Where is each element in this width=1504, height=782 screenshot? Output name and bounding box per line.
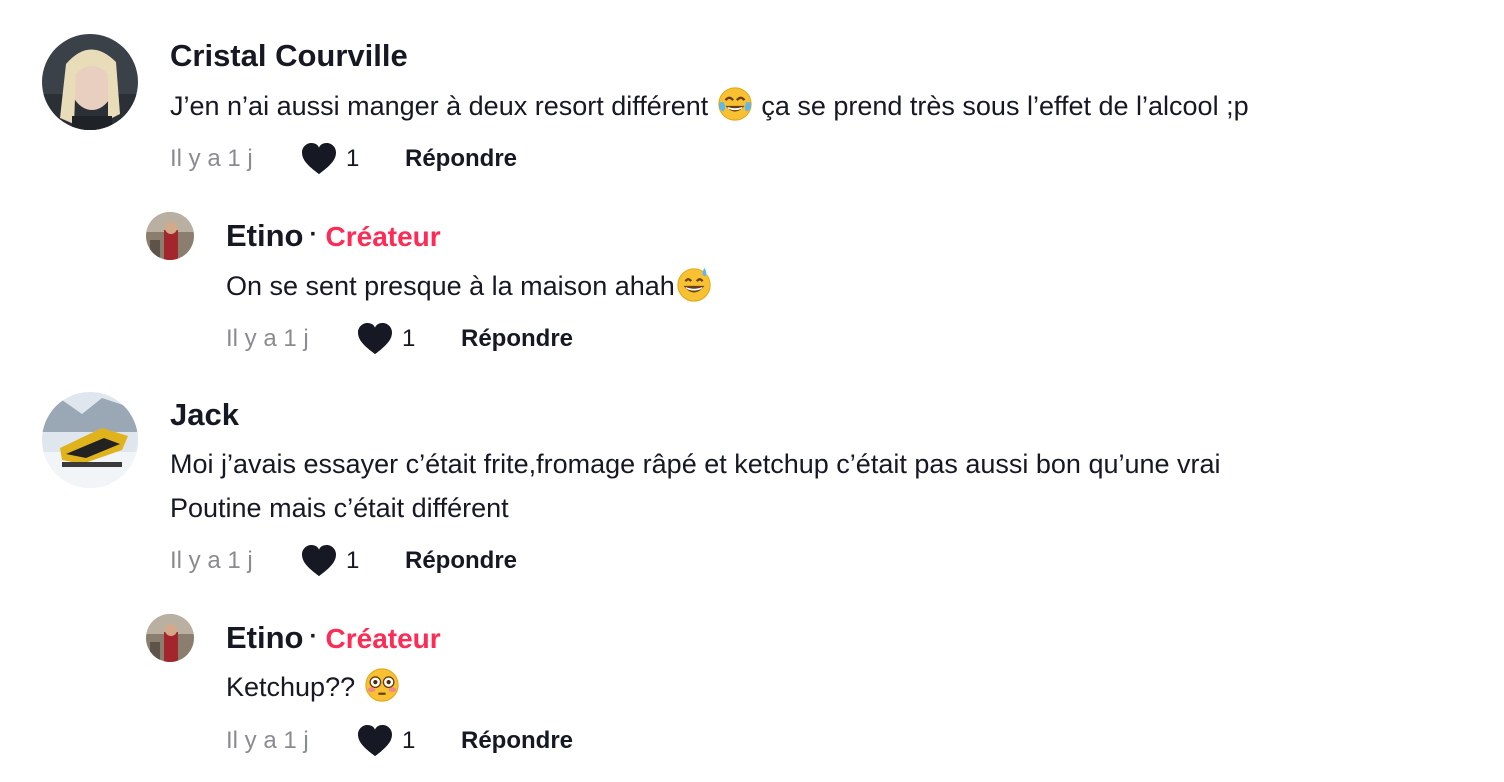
heart-icon bbox=[358, 322, 392, 355]
heart-icon bbox=[302, 142, 336, 175]
tears-of-joy-emoji-icon bbox=[716, 85, 754, 123]
like-button[interactable]: 1 bbox=[300, 544, 405, 578]
comment-actions: Il y a 1 j 1 Répondre bbox=[170, 541, 517, 581]
like-button[interactable]: 1 bbox=[356, 322, 461, 356]
reply-button[interactable]: Répondre bbox=[461, 325, 573, 353]
avatar[interactable] bbox=[42, 34, 138, 130]
comment-text: On se sent presque à la maison ahah bbox=[226, 264, 713, 308]
comment-timestamp: Il y a 1 j bbox=[170, 547, 253, 574]
like-button[interactable]: 1 bbox=[300, 142, 405, 176]
creator-badge: Créateur bbox=[325, 221, 441, 252]
creator-badge: Créateur bbox=[325, 623, 441, 654]
comment-text-part: On se sent presque à la maison ahah bbox=[226, 271, 675, 301]
comment-actions: Il y a 1 j 1 Répondre bbox=[226, 319, 573, 359]
comment-text-line: Moi j’avais essayer c’était frite,fromag… bbox=[170, 449, 1221, 479]
separator-dot: · bbox=[309, 221, 318, 248]
comment-timestamp: Il y a 1 j bbox=[226, 727, 309, 754]
comment-author[interactable]: Cristal Courville bbox=[170, 36, 408, 76]
like-count: 1 bbox=[402, 727, 416, 754]
like-count: 1 bbox=[402, 325, 416, 352]
comment-text: J’en n’ai aussi manger à deux resort dif… bbox=[170, 84, 1249, 128]
author-name[interactable]: Etino bbox=[226, 218, 304, 253]
comment-author: Etino · Créateur bbox=[226, 215, 441, 257]
reply-button[interactable]: Répondre bbox=[405, 145, 517, 173]
comment-text: Ketchup?? bbox=[226, 665, 401, 709]
like-button[interactable]: 1 bbox=[356, 724, 461, 758]
flushed-face-emoji-icon bbox=[363, 666, 401, 704]
author-name[interactable]: Etino bbox=[226, 620, 304, 655]
comment-timestamp: Il y a 1 j bbox=[170, 145, 253, 172]
comment-text-part: J’en n’ai aussi manger à deux resort dif… bbox=[170, 91, 716, 121]
avatar[interactable] bbox=[42, 392, 138, 488]
heart-icon bbox=[302, 544, 336, 577]
comment-text-part: Ketchup?? bbox=[226, 672, 363, 702]
comment-author: Etino · Créateur bbox=[226, 617, 441, 659]
comment-text-line: Poutine mais c’était différent bbox=[170, 493, 509, 523]
avatar[interactable] bbox=[146, 614, 194, 662]
separator-dot: · bbox=[309, 623, 318, 650]
avatar[interactable] bbox=[146, 212, 194, 260]
like-count: 1 bbox=[346, 547, 360, 574]
comment-text: Moi j’avais essayer c’était frite,fromag… bbox=[170, 442, 1221, 530]
reply-button[interactable]: Répondre bbox=[405, 547, 517, 575]
comment-actions: Il y a 1 j 1 Répondre bbox=[170, 139, 517, 179]
grinning-sweat-emoji-icon bbox=[675, 265, 713, 303]
comment-author[interactable]: Jack bbox=[170, 395, 239, 435]
heart-icon bbox=[358, 724, 392, 757]
comment-text-part: ça se prend très sous l’effet de l’alcoo… bbox=[753, 91, 1249, 121]
reply-button[interactable]: Répondre bbox=[461, 727, 573, 755]
comment-actions: Il y a 1 j 1 Répondre bbox=[226, 721, 573, 761]
comment-timestamp: Il y a 1 j bbox=[226, 325, 309, 352]
like-count: 1 bbox=[346, 145, 360, 172]
